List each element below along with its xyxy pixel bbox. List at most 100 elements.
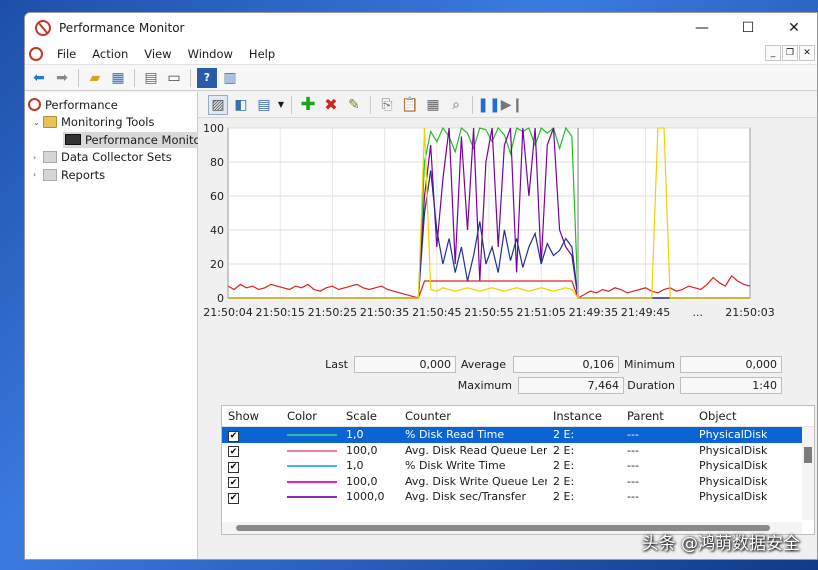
system-menu-icon[interactable] <box>29 46 43 61</box>
chevron-right-icon[interactable]: › <box>33 170 43 179</box>
minimum-label: Minimum <box>624 358 675 371</box>
color-swatch <box>287 480 337 483</box>
parent-cell: --- <box>627 428 639 442</box>
export-list-icon[interactable]: ▤ <box>141 68 161 88</box>
scale-cell: 1,0 <box>346 459 364 473</box>
table-row[interactable]: ✔ 1000,0 Avg. Disk sec/Transfer 2 E: --- Phys… <box>222 489 814 505</box>
chevron-down-icon[interactable]: ▼ <box>277 95 285 115</box>
mdi-minimize-button[interactable]: _ <box>765 45 781 61</box>
menu-help[interactable]: Help <box>241 47 283 61</box>
counter-list: Show Color Scale Counter Instance Parent… <box>221 405 815 535</box>
help-icon[interactable]: ? <box>197 67 217 88</box>
pause-icon[interactable]: ❚❚ <box>477 95 500 115</box>
object-cell: PhysicalDisk <box>699 459 768 473</box>
x-tick-label: 21:50:15 <box>255 306 304 319</box>
show-checkbox[interactable]: ✔ <box>228 477 239 488</box>
tree-item-data-collector-sets[interactable]: › Data Collector Sets <box>25 149 197 167</box>
tree-item-reports[interactable]: › Reports <box>25 166 197 184</box>
mdi-restore-button[interactable]: ❐ <box>782 45 798 61</box>
view-log-data-icon[interactable]: ◧ <box>231 95 251 115</box>
scale-cell: 100,0 <box>346 474 378 488</box>
menu-view[interactable]: View <box>136 47 179 61</box>
y-tick-label: 0 <box>217 292 224 305</box>
table-row[interactable]: ✔ 1,0 % Disk Read Time 2 E: --- PhysicalDisk <box>222 427 814 443</box>
column-color[interactable]: Color <box>281 409 340 423</box>
maximum-value: 7,464 <box>518 377 624 394</box>
highlight-icon[interactable]: ✎ <box>344 95 364 115</box>
color-swatch <box>287 449 337 452</box>
properties-icon[interactable]: ▦ <box>423 95 443 115</box>
graph-toolbar: ▨ ◧ ▤ ▼ ✚ ✖ ✎ ⎘ 📋 ▦ ⌕ ❚❚ ▶❙ <box>198 92 817 118</box>
column-parent[interactable]: Parent <box>621 409 693 423</box>
menu-file[interactable]: File <box>49 47 84 61</box>
table-row[interactable]: ✔ 100,0 Avg. Disk Read Queue Len... 2 E: ---… <box>222 443 814 459</box>
forward-arrow-icon[interactable]: ➡ <box>52 68 72 88</box>
instance-cell: 2 E: <box>553 474 575 488</box>
column-show[interactable]: Show <box>222 409 281 423</box>
chevron-down-icon[interactable]: ⌄ <box>33 118 43 127</box>
delete-counter-icon[interactable]: ✖ <box>321 95 341 115</box>
show-hide-tree-icon[interactable]: ▦ <box>108 68 128 88</box>
y-tick-label: 100 <box>203 122 224 135</box>
up-folder-icon[interactable]: ▰ <box>85 68 105 88</box>
y-tick-label: 80 <box>210 156 224 169</box>
column-instance[interactable]: Instance <box>547 409 621 423</box>
x-tick-label: 21:50:35 <box>360 306 409 319</box>
duration-value: 1:40 <box>680 377 782 394</box>
column-counter[interactable]: Counter <box>399 409 547 423</box>
chevron-right-icon[interactable]: › <box>33 153 43 162</box>
counter-cell: Avg. Disk Read Queue Len... <box>405 443 547 457</box>
view-current-activity-icon[interactable]: ▨ <box>208 94 228 115</box>
last-value: 0,000 <box>354 356 456 373</box>
menu-action[interactable]: Action <box>84 47 136 61</box>
performance-monitor-window: Performance Monitor — ☐ ✕ File Action Vi… <box>24 12 818 560</box>
back-arrow-icon[interactable]: ⬅ <box>29 68 49 88</box>
tree-item-performance-monitor[interactable]: Performance Monitor <box>25 131 208 149</box>
show-checkbox[interactable]: ✔ <box>228 492 239 504</box>
performance-icon <box>28 98 41 112</box>
close-button[interactable]: ✕ <box>771 13 817 43</box>
object-cell: PhysicalDisk <box>699 428 768 442</box>
properties-icon[interactable]: ▥ <box>220 68 240 88</box>
x-tick-label: ... <box>693 306 704 319</box>
add-counter-icon[interactable]: ✚ <box>298 94 318 115</box>
menu-window[interactable]: Window <box>180 47 241 61</box>
parent-cell: --- <box>627 443 639 457</box>
mdi-close-button[interactable]: ✕ <box>799 45 815 61</box>
parent-cell: --- <box>627 459 639 473</box>
last-label: Last <box>325 358 348 371</box>
vertical-scrollbar[interactable] <box>802 427 814 520</box>
parent-cell: --- <box>627 490 639 504</box>
column-object[interactable]: Object <box>693 409 793 423</box>
column-scale[interactable]: Scale <box>340 409 399 423</box>
table-row[interactable]: ✔ 100,0 Avg. Disk Write Queue Len... 2 E: --… <box>222 474 814 490</box>
scale-cell: 100,0 <box>346 443 378 457</box>
object-cell: PhysicalDisk <box>699 474 768 488</box>
statistics-panel: Last 0,000 Average 0,106 Minimum 0,000 M… <box>198 356 817 404</box>
tree-item-performance[interactable]: Performance <box>25 96 197 114</box>
print-icon[interactable]: ▭ <box>164 68 184 88</box>
minimize-button[interactable]: — <box>679 13 725 43</box>
navigation-tree: Performance ⌄ Monitoring Tools Performan… <box>25 92 208 559</box>
x-tick-label: 21:50:25 <box>308 306 357 319</box>
title-bar[interactable]: Performance Monitor — ☐ ✕ <box>25 13 817 43</box>
copy-properties-icon[interactable]: ⎘ <box>377 95 397 115</box>
tree-item-monitoring-tools[interactable]: ⌄ Monitoring Tools <box>25 114 197 132</box>
performance-graph[interactable]: 10080604020021:50:04 21:50:15 21:50:25 21:5… <box>198 120 818 350</box>
y-tick-label: 20 <box>210 258 224 271</box>
monitor-graph-icon <box>65 134 81 146</box>
show-checkbox[interactable]: ✔ <box>228 461 239 473</box>
change-graph-type-icon[interactable]: ▤ <box>254 95 274 115</box>
minimum-value: 0,000 <box>680 356 782 373</box>
update-data-icon[interactable]: ▶❙ <box>501 95 524 115</box>
table-row[interactable]: ✔ 1,0 % Disk Write Time 2 E: --- PhysicalDisk <box>222 458 814 474</box>
maximize-button[interactable]: ☐ <box>725 13 771 43</box>
zoom-icon[interactable]: ⌕ <box>446 95 466 115</box>
counter-cell: % Disk Read Time <box>405 428 505 442</box>
show-checkbox[interactable]: ✔ <box>228 446 239 457</box>
counter-cell: Avg. Disk Write Queue Len... <box>405 474 547 488</box>
show-checkbox[interactable]: ✔ <box>228 430 239 442</box>
paste-counter-icon[interactable]: 📋 <box>400 95 420 115</box>
x-tick-label: 21:49:45 <box>621 306 670 319</box>
object-cell: PhysicalDisk <box>699 490 768 504</box>
